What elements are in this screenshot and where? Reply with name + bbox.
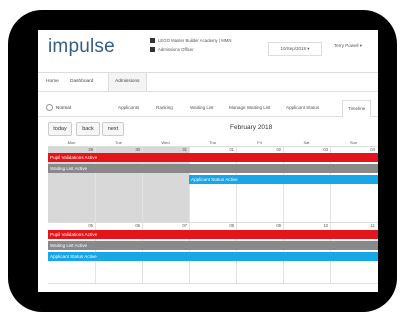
event-pupil-validations[interactable]: Pupil Validations Active <box>48 153 378 162</box>
back-button[interactable]: back <box>76 122 100 136</box>
calendar-toolbar: today back next February 2018 <box>38 120 378 136</box>
event-applicant-status[interactable]: Applicant Status Active <box>48 252 378 261</box>
day-number[interactable]: 07 <box>140 223 187 229</box>
event-pupil-validations[interactable]: Pupil Validations Active <box>48 230 378 239</box>
role-label: Admissions Officer <box>158 47 194 52</box>
dow-label: Sun <box>349 140 358 145</box>
main-nav: Home Dashboard Admissions <box>38 72 378 92</box>
building-icon <box>150 38 155 44</box>
dow-label: Tue <box>115 140 122 145</box>
today-button[interactable]: today <box>48 122 72 136</box>
day-number[interactable]: 08 <box>187 223 234 229</box>
mode-label: Normal <box>56 105 71 110</box>
day-number[interactable]: 05 <box>46 223 93 229</box>
event-applicant-status[interactable]: Applicant Status Active <box>189 175 378 184</box>
org-info: LEGO Master Builder Academy | MMN Admiss… <box>150 36 231 54</box>
day-number[interactable]: 11 <box>328 223 375 229</box>
radio-icon <box>46 104 53 112</box>
user-menu[interactable]: Terry Powell ▾ <box>334 43 362 49</box>
date-select[interactable]: 10/Sep/2018 ▾ <box>268 42 322 56</box>
dow-label: Fri <box>257 140 262 145</box>
app-header: impulse LEGO Master Builder Academy | MM… <box>38 30 378 70</box>
tab-waiting-list[interactable]: Waiting List <box>190 100 214 116</box>
event-waiting-list[interactable]: Waiting List Active <box>48 164 378 173</box>
admissions-tabs: Normal Applicants Ranking Waiting List M… <box>38 98 378 117</box>
day-number[interactable]: 10 <box>281 223 328 229</box>
dow-label: Mon <box>67 140 76 145</box>
event-waiting-list[interactable]: Waiting List Active <box>48 241 378 250</box>
nav-home[interactable]: Home <box>40 73 65 91</box>
app-logo[interactable]: impulse <box>48 36 115 58</box>
tab-applicants[interactable]: Applicants <box>118 100 139 116</box>
user-icon <box>150 47 155 53</box>
calendar-week: 29 30 31 01 02 03 04 Pupil Validations A… <box>48 147 378 223</box>
tab-ranking[interactable]: Ranking <box>156 100 173 116</box>
org-name: LEGO Master Builder Academy | MMN <box>158 38 232 43</box>
tab-timeline[interactable]: Timeline <box>342 100 372 117</box>
dow-label: Sat <box>303 140 310 145</box>
month-title: February 2018 <box>230 124 273 131</box>
day-number[interactable]: 06 <box>93 223 140 229</box>
nav-admissions[interactable]: Admissions <box>108 73 147 91</box>
day-number[interactable]: 09 <box>234 223 281 229</box>
app-screen: impulse LEGO Master Builder Academy | MM… <box>38 30 378 292</box>
next-button[interactable]: next <box>102 122 124 136</box>
dow-label: Wed <box>161 140 170 145</box>
mode-toggle[interactable]: Normal <box>46 100 71 116</box>
nav-dashboard[interactable]: Dashboard <box>64 73 99 91</box>
tab-manage-waiting-list[interactable]: Manage Waiting List <box>229 100 270 116</box>
tab-applicant-status[interactable]: Applicant Status <box>286 100 319 116</box>
dow-label: Thu <box>209 140 216 145</box>
day-of-week-header: Mon Tue Wed Thu Fri Sat Sun <box>48 139 378 147</box>
calendar-week: 05 06 07 08 09 10 11 Pupil Validations A… <box>48 223 378 284</box>
